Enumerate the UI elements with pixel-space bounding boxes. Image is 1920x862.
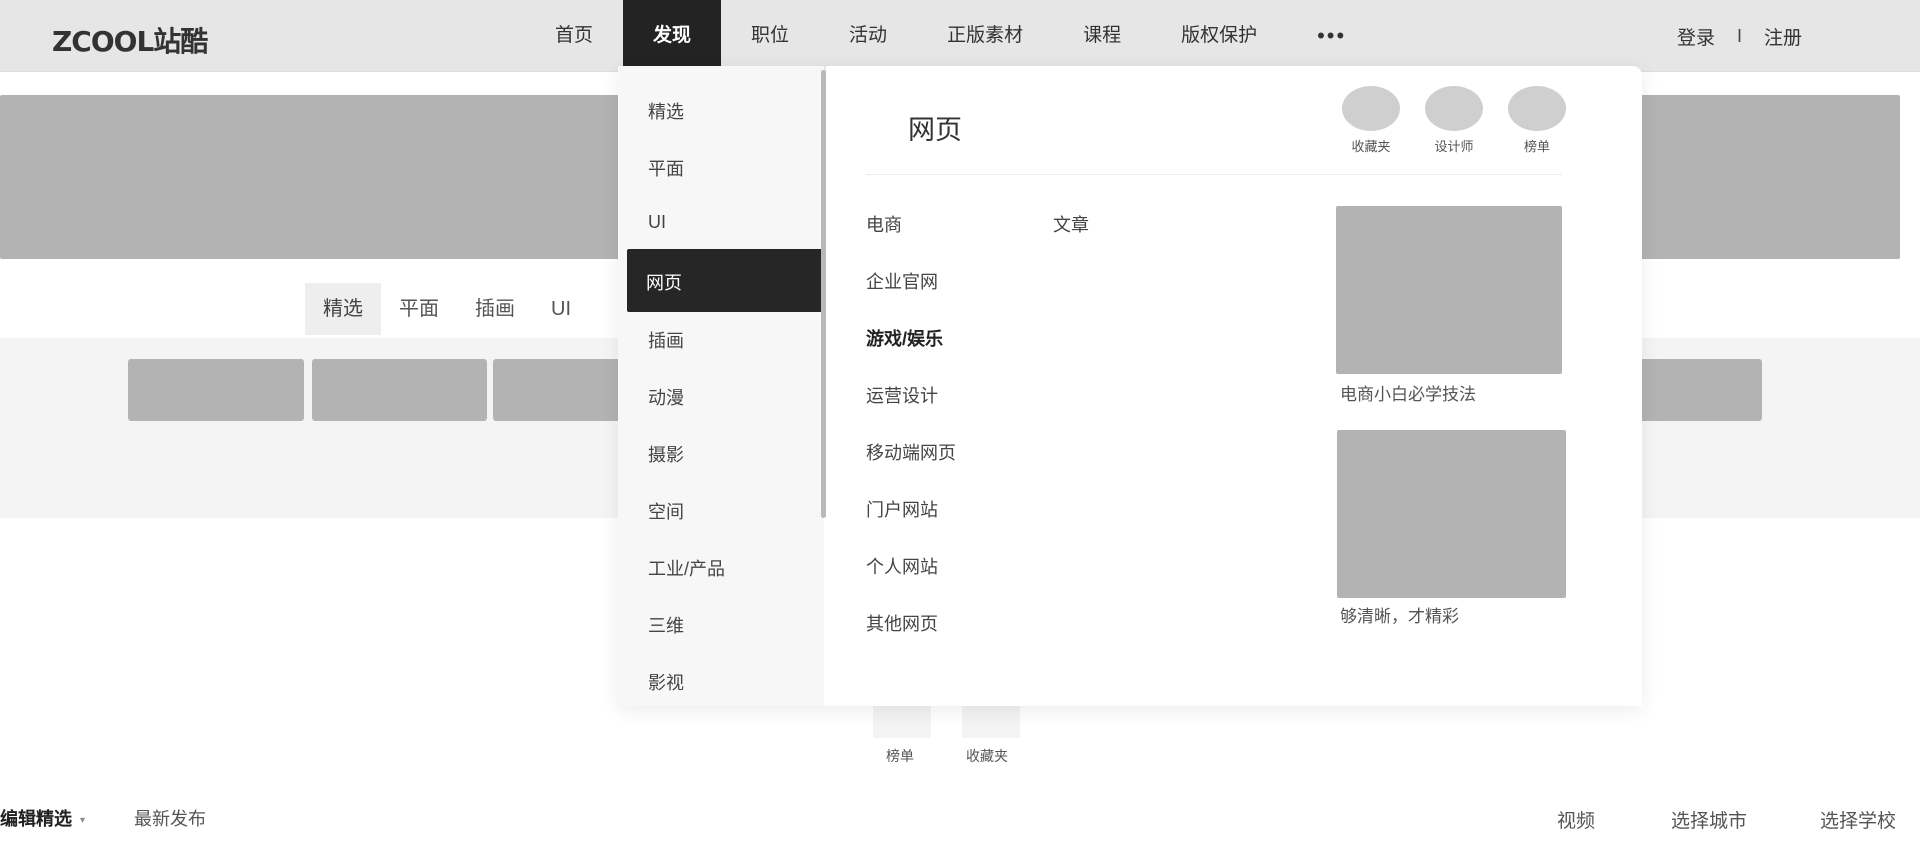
nav-courses[interactable]: 课程 [1053,0,1151,72]
dropdown-item-anime[interactable]: 动漫 [648,384,684,410]
dropdown-item-3d[interactable]: 三维 [648,612,684,638]
category-tile[interactable] [128,359,304,421]
auth-links: 登录 I 注册 [1677,0,1802,72]
dropdown-divider [866,174,1562,175]
dropdown-item-industrial[interactable]: 工业/产品 [648,555,725,581]
rank-quick-label: 榜单 [1523,139,1550,154]
nav-stock-assets[interactable]: 正版素材 [917,0,1053,72]
dropdown-item-photography[interactable]: 摄影 [648,441,684,467]
category-tile[interactable] [312,359,487,421]
link-game-entertainment[interactable]: 游戏/娱乐 [866,325,943,351]
page: ZCOOL站酷 首页 发现 职位 活动 正版素材 课程 版权保护 ••• 登录 … [0,0,1920,862]
subtab-featured[interactable]: 精选 [305,283,381,335]
video-filter[interactable]: 视频 [1557,806,1595,833]
link-ecommerce[interactable]: 电商 [866,211,902,237]
nav-copyright[interactable]: 版权保护 [1151,0,1287,72]
dropdown-detail-panel: 网页 收藏夹 设计师 榜单 电商 企业官网 游戏/娱乐 运营设计 移动端网页 门… [826,66,1642,706]
designer-circle-icon[interactable] [1425,86,1483,131]
collect-quick-label: 收藏夹 [1351,139,1391,154]
link-corporate-site[interactable]: 企业官网 [866,268,938,294]
promo-image-2[interactable] [1337,430,1566,598]
link-articles[interactable]: 文章 [1053,211,1089,237]
category-subtabs: 精选 平面 插画 UI [305,283,589,335]
editor-picks-dropdown[interactable]: 编辑精选 ▾ [0,805,85,831]
link-other-web[interactable]: 其他网页 [866,610,938,636]
category-tile[interactable] [1640,359,1762,421]
promo-caption-2[interactable]: 够清晰，才精彩 [1340,602,1459,627]
link-operations-design[interactable]: 运营设计 [866,382,938,408]
main-nav: 首页 发现 职位 活动 正版素材 课程 版权保护 ••• [525,0,1376,72]
dropdown-item-web-label: 网页 [646,273,682,293]
link-mobile-web[interactable]: 移动端网页 [866,439,956,465]
zcool-logo[interactable]: ZCOOL站酷 [52,20,208,60]
designer-quick-label: 设计师 [1434,139,1474,154]
rank-label: 榜单 [886,748,914,764]
latest-filter[interactable]: 最新发布 [134,805,206,831]
editor-picks-label: 编辑精选 [0,809,72,829]
chevron-down-icon: ▾ [80,814,86,826]
rank-circle-icon[interactable] [1508,86,1566,131]
dropdown-item-web-active[interactable]: 网页 [627,249,831,312]
nav-jobs[interactable]: 职位 [721,0,819,72]
link-personal-site[interactable]: 个人网站 [866,553,938,579]
collect-icon[interactable] [962,704,1020,738]
auth-separator: I [1736,25,1742,46]
nav-home[interactable]: 首页 [525,0,623,72]
nav-events[interactable]: 活动 [819,0,917,72]
collect-circle-icon[interactable] [1342,86,1400,131]
dropdown-item-ui[interactable]: UI [648,212,666,233]
dropdown-item-space[interactable]: 空间 [648,498,684,524]
subtab-illustration[interactable]: 插画 [457,283,533,335]
more-icon[interactable]: ••• [1287,0,1376,72]
dropdown-item-illustration[interactable]: 插画 [648,327,684,353]
dropdown-title: 网页 [908,115,962,145]
subtab-graphic[interactable]: 平面 [381,283,457,335]
discover-dropdown: 精选 平面 UI 网页 插画 动漫 摄影 空间 工业/产品 三维 影视 网页 收… [618,66,1642,706]
link-portal-site[interactable]: 门户网站 [866,496,938,522]
dropdown-item-featured[interactable]: 精选 [648,98,684,124]
register-link[interactable]: 注册 [1764,23,1802,50]
promo-caption-1[interactable]: 电商小白必学技法 [1340,380,1476,405]
school-select[interactable]: 选择学校 [1820,806,1896,833]
nav-discover[interactable]: 发现 [623,0,722,72]
collect-label: 收藏夹 [966,748,1008,764]
dropdown-category-list: 精选 平面 UI 网页 插画 动漫 摄影 空间 工业/产品 三维 影视 [618,66,831,706]
dropdown-item-graphic[interactable]: 平面 [648,155,684,181]
subtab-ui[interactable]: UI [533,283,589,335]
dropdown-item-film[interactable]: 影视 [648,669,684,695]
rank-icon[interactable] [873,704,931,738]
city-select[interactable]: 选择城市 [1671,806,1747,833]
login-link[interactable]: 登录 [1677,23,1715,50]
promo-image-1[interactable] [1336,206,1562,374]
top-header: ZCOOL站酷 首页 发现 职位 活动 正版素材 课程 版权保护 ••• 登录 … [0,0,1920,72]
